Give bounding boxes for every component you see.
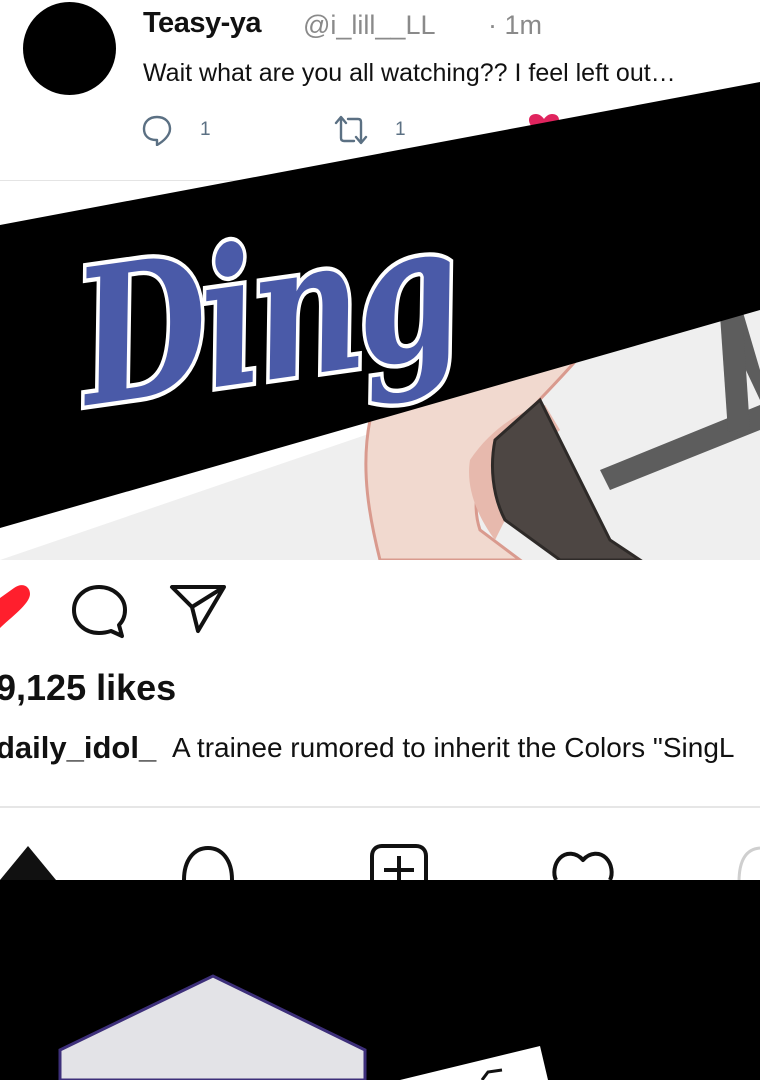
nav-divider: [0, 806, 760, 808]
post-caption: A trainee rumored to inherit the Colors …: [172, 732, 735, 763]
post-username[interactable]: daily_idol_: [0, 730, 156, 766]
add-post-icon[interactable]: [366, 842, 432, 882]
home-icon[interactable]: [0, 842, 60, 882]
comment-icon[interactable]: [68, 583, 130, 639]
comic-panel: Ding: [0, 82, 760, 560]
send-icon[interactable]: [166, 581, 230, 637]
activity-heart-icon[interactable]: [550, 842, 616, 882]
heart-icon[interactable]: [0, 582, 32, 632]
likes-count[interactable]: 9,125 likes: [0, 667, 176, 709]
profile-avatar-icon[interactable]: [735, 845, 760, 882]
search-icon[interactable]: [180, 842, 236, 882]
bottom-illustration: [58, 974, 548, 1080]
